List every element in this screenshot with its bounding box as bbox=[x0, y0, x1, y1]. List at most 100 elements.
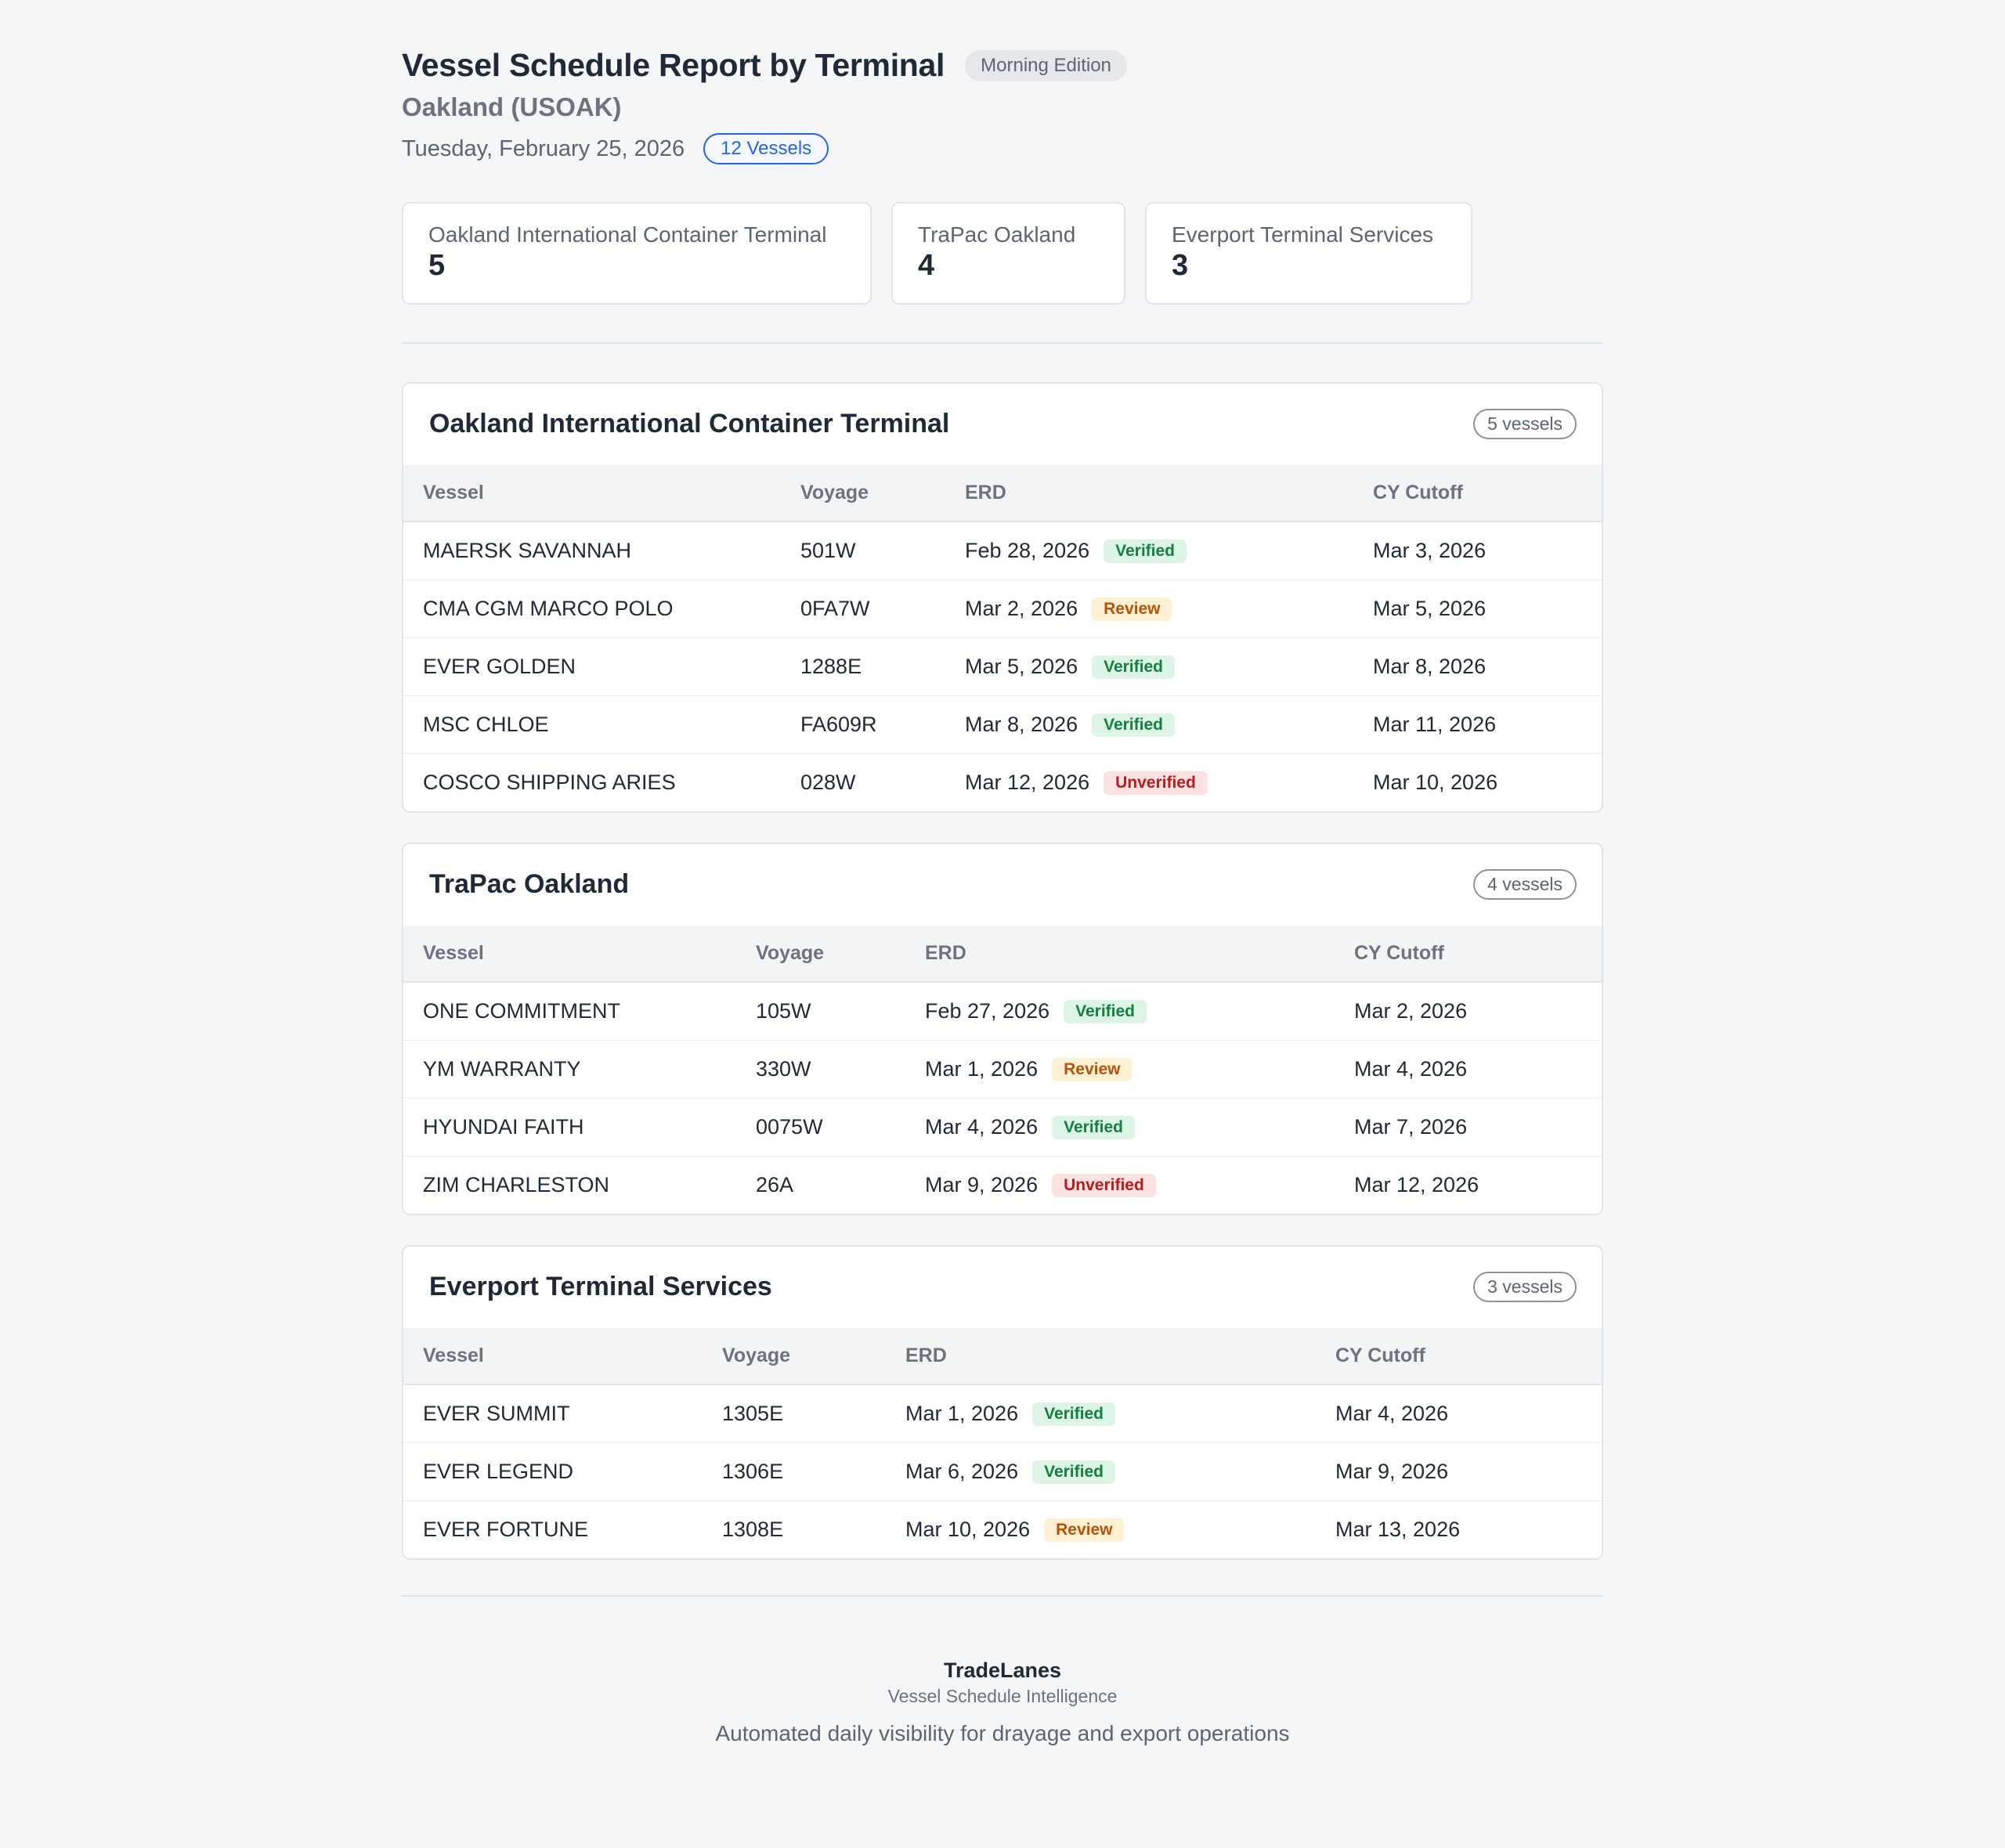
footer-brand: TradeLanes bbox=[943, 1659, 1062, 1682]
status-badge: Verified bbox=[1104, 539, 1187, 563]
voyage-number: 26A bbox=[756, 1172, 794, 1197]
page-title: Vessel Schedule Report by Terminal bbox=[402, 47, 945, 83]
section-count-badge: 4 vessels bbox=[1473, 869, 1577, 900]
voyage-number: 330W bbox=[756, 1056, 811, 1081]
erd-date: Mar 4, 2026 bbox=[925, 1115, 1039, 1139]
vessel-name: MSC CHLOE bbox=[423, 712, 549, 736]
col-erd: ERD bbox=[905, 1328, 1335, 1385]
table-row: ZIM CHARLESTON 26A Mar 9, 2026 Unverified Ma… bbox=[403, 1156, 1602, 1214]
summary-card-label: TraPac Oakland bbox=[918, 222, 1076, 247]
cy-cutoff-date: Mar 3, 2026 bbox=[1373, 538, 1487, 562]
erd-cell: Mar 10, 2026 Review bbox=[905, 1500, 1335, 1558]
section-header: Everport Terminal Services 3 vessels bbox=[403, 1247, 1602, 1328]
status-badge: Verified bbox=[1064, 999, 1147, 1023]
summary-cards: Oakland International Container Terminal… bbox=[402, 202, 1492, 305]
erd-date: Mar 6, 2026 bbox=[905, 1460, 1019, 1484]
table-row: ONE COMMITMENT 105W Feb 27, 2026 Verified Ma… bbox=[403, 982, 1602, 1040]
summary-card-count: 3 bbox=[1172, 249, 1189, 282]
voyage-number: 0FA7W bbox=[800, 596, 870, 620]
cy-cutoff-date: Mar 7, 2026 bbox=[1354, 1114, 1468, 1139]
status-badge: Verified bbox=[1032, 1460, 1115, 1484]
erd-cell: Mar 8, 2026 Verified bbox=[965, 695, 1373, 753]
footer: TradeLanes Vessel Schedule Intelligence … bbox=[402, 1659, 1603, 1746]
report-date: Tuesday, February 25, 2026 bbox=[402, 135, 685, 161]
date-row: Tuesday, February 25, 2026 12 Vessels bbox=[402, 133, 829, 164]
vessel-name: EVER GOLDEN bbox=[423, 654, 576, 678]
cy-cutoff-date: Mar 2, 2026 bbox=[1354, 998, 1468, 1023]
vessel-name: HYUNDAI FAITH bbox=[423, 1114, 584, 1139]
status-badge: Review bbox=[1052, 1057, 1133, 1081]
cy-cutoff-date: Mar 8, 2026 bbox=[1373, 654, 1487, 678]
status-badge: Verified bbox=[1092, 655, 1175, 679]
erd-date: Mar 9, 2026 bbox=[925, 1173, 1039, 1197]
vessel-name: EVER LEGEND bbox=[423, 1459, 574, 1483]
section-header: TraPac Oakland 4 vessels bbox=[403, 844, 1602, 926]
table-row: EVER LEGEND 1306E Mar 6, 2026 Verified Mar 9… bbox=[403, 1442, 1602, 1500]
vessel-name: EVER SUMMIT bbox=[423, 1401, 570, 1425]
col-vessel: Vessel bbox=[403, 926, 756, 983]
summary-card-everport: Everport Terminal Services 3 bbox=[1145, 202, 1472, 305]
status-badge: Unverified bbox=[1104, 771, 1208, 795]
voyage-number: 105W bbox=[756, 998, 811, 1023]
summary-card-oict: Oakland International Container Terminal… bbox=[402, 202, 872, 305]
erd-date: Mar 5, 2026 bbox=[965, 655, 1078, 679]
col-vessel: Vessel bbox=[403, 1328, 722, 1385]
cy-cutoff-date: Mar 4, 2026 bbox=[1335, 1401, 1449, 1425]
cy-cutoff-date: Mar 12, 2026 bbox=[1354, 1172, 1479, 1197]
vessel-table: Vessel Voyage ERD CY Cutoff EVER SUMMIT 1… bbox=[403, 1328, 1602, 1558]
section-header: Oakland International Container Terminal… bbox=[403, 384, 1602, 465]
port-subtitle: Oakland (USOAK) bbox=[402, 92, 622, 121]
erd-date: Mar 1, 2026 bbox=[905, 1402, 1019, 1426]
vessel-count-badge: 12 Vessels bbox=[703, 133, 829, 164]
erd-cell: Mar 9, 2026 Unverified bbox=[925, 1156, 1354, 1214]
status-badge: Review bbox=[1044, 1518, 1125, 1542]
col-erd: ERD bbox=[965, 465, 1373, 522]
header-divider bbox=[402, 342, 1603, 344]
section-title: TraPac Oakland bbox=[429, 869, 630, 899]
table-header-row: Vessel Voyage ERD CY Cutoff bbox=[403, 926, 1602, 983]
table-row: HYUNDAI FAITH 0075W Mar 4, 2026 Verified Mar… bbox=[403, 1098, 1602, 1156]
cy-cutoff-date: Mar 5, 2026 bbox=[1373, 596, 1487, 620]
terminal-section-trapac: TraPac Oakland 4 vessels Vessel Voyage E… bbox=[402, 843, 1603, 1215]
terminal-section-everport: Everport Terminal Services 3 vessels Ves… bbox=[402, 1245, 1603, 1560]
table-row: MAERSK SAVANNAH 501W Feb 28, 2026 Verified M… bbox=[403, 522, 1602, 579]
summary-card-count: 5 bbox=[428, 249, 446, 282]
col-voyage: Voyage bbox=[722, 1328, 905, 1385]
vessel-name: ZIM CHARLESTON bbox=[423, 1172, 610, 1197]
erd-date: Feb 28, 2026 bbox=[965, 539, 1090, 563]
erd-cell: Mar 1, 2026 Review bbox=[925, 1040, 1354, 1098]
table-row: COSCO SHIPPING ARIES 028W Mar 12, 2026 Unve… bbox=[403, 753, 1602, 811]
status-badge: Review bbox=[1092, 597, 1172, 621]
section-count-badge: 3 vessels bbox=[1473, 1272, 1577, 1302]
voyage-number: 501W bbox=[800, 538, 856, 562]
col-erd: ERD bbox=[925, 926, 1354, 983]
summary-card-trapac: TraPac Oakland 4 bbox=[891, 202, 1125, 305]
cy-cutoff-date: Mar 13, 2026 bbox=[1335, 1517, 1461, 1541]
section-count-badge: 5 vessels bbox=[1473, 409, 1577, 439]
section-title: Oakland International Container Terminal bbox=[429, 409, 950, 439]
erd-cell: Mar 5, 2026 Verified bbox=[965, 637, 1373, 695]
status-badge: Verified bbox=[1052, 1115, 1135, 1139]
vessel-name: YM WARRANTY bbox=[423, 1056, 581, 1081]
col-voyage: Voyage bbox=[756, 926, 925, 983]
table-row: MSC CHLOE FA609R Mar 8, 2026 Verified Mar 11… bbox=[403, 695, 1602, 753]
table-row: CMA CGM MARCO POLO 0FA7W Mar 2, 2026 Review… bbox=[403, 579, 1602, 637]
summary-card-label: Oakland International Container Terminal bbox=[428, 222, 827, 247]
terminal-section-oict: Oakland International Container Terminal… bbox=[402, 382, 1603, 813]
voyage-number: 0075W bbox=[756, 1114, 823, 1139]
status-badge: Verified bbox=[1092, 713, 1175, 737]
vessel-name: MAERSK SAVANNAH bbox=[423, 538, 632, 562]
voyage-number: FA609R bbox=[800, 712, 877, 736]
col-cy-cutoff: CY Cutoff bbox=[1335, 1328, 1602, 1385]
vessel-table: Vessel Voyage ERD CY Cutoff ONE COMMITME… bbox=[403, 926, 1602, 1214]
voyage-number: 028W bbox=[800, 770, 856, 794]
footer-tagline: Automated daily visibility for drayage a… bbox=[715, 1721, 1290, 1745]
table-header-row: Vessel Voyage ERD CY Cutoff bbox=[403, 1328, 1602, 1385]
status-badge: Unverified bbox=[1052, 1173, 1156, 1197]
table-row: YM WARRANTY 330W Mar 1, 2026 Review Mar 4, 2… bbox=[403, 1040, 1602, 1098]
erd-cell: Mar 6, 2026 Verified bbox=[905, 1442, 1335, 1500]
status-badge: Verified bbox=[1032, 1402, 1115, 1426]
edition-badge: Morning Edition bbox=[965, 49, 1127, 81]
footer-divider bbox=[402, 1595, 1603, 1597]
table-row: EVER SUMMIT 1305E Mar 1, 2026 Verified Mar 4… bbox=[403, 1384, 1602, 1442]
